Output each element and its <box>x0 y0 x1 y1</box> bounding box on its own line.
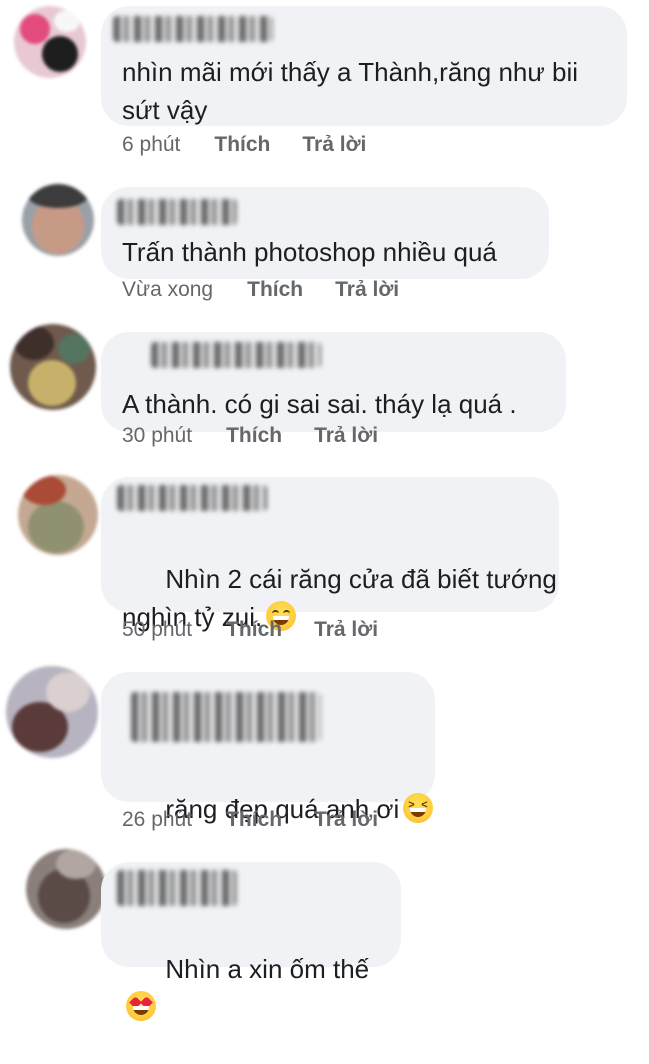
comment-actions: 26 phút Thích Trả lời <box>122 808 378 832</box>
like-button[interactable]: Thích <box>226 424 282 448</box>
comment-actions: Vừa xong Thích Trả lời <box>122 278 399 302</box>
comment-actions: 6 phút Thích Trả lời <box>122 133 366 157</box>
like-button[interactable]: Thích <box>247 278 303 302</box>
commenter-name[interactable] <box>151 342 321 368</box>
reply-button[interactable]: Trả lời <box>314 424 378 448</box>
avatar[interactable] <box>18 475 98 555</box>
comment-bubble: A thành. có gi sai sai. tháy lạ quá . <box>101 332 566 432</box>
like-button[interactable]: Thích <box>214 133 270 157</box>
heart-eyes-face-icon <box>126 991 156 1021</box>
comment-time[interactable]: 50 phút <box>122 618 192 642</box>
comment-item: răng đẹp quá anh ơi > < 26 phút Thích Trả … <box>0 660 649 840</box>
avatar[interactable] <box>22 184 94 256</box>
avatar[interactable] <box>10 324 96 410</box>
comment-bubble: Nhìn 2 cái răng cửa đã biết tướng nghìn … <box>101 477 559 632</box>
comment-bubble: Nhìn a xin ốm thế <box>101 862 401 1021</box>
commenter-name[interactable] <box>117 485 267 511</box>
comment-time[interactable]: 26 phút <box>122 808 192 832</box>
comment-actions: 50 phút Thích Trả lời <box>122 618 378 642</box>
comment-bubble: răng đẹp quá anh ơi > < <box>101 672 435 824</box>
comment-text: Nhìn a xin ốm thế <box>122 912 401 1064</box>
comment-item: Trấn thành photoshop nhiều quá Vừa xong … <box>0 180 649 310</box>
avatar[interactable] <box>6 666 98 758</box>
avatar[interactable] <box>14 6 86 78</box>
commenter-name[interactable] <box>113 16 273 42</box>
reply-button[interactable]: Trả lời <box>314 618 378 642</box>
comment-text: Nhìn 2 cái răng cửa đã biết tướng nghìn … <box>122 522 557 674</box>
comment-item: Nhìn 2 cái răng cửa đã biết tướng nghìn … <box>0 465 649 645</box>
comment-item: A thành. có gi sai sai. tháy lạ quá . 30… <box>0 320 649 450</box>
comment-text: nhìn mãi mới thấy a Thành,răng như bii s… <box>122 57 579 125</box>
like-button[interactable]: Thích <box>226 808 282 832</box>
commenter-name[interactable] <box>117 199 237 225</box>
comment-text: Trấn thành photoshop nhiều quá <box>122 237 497 267</box>
reply-button[interactable]: Trả lời <box>335 278 399 302</box>
avatar[interactable] <box>26 849 106 929</box>
comment-time[interactable]: 30 phút <box>122 424 192 448</box>
comment-actions: 30 phút Thích Trả lời <box>122 424 378 448</box>
comment-item: nhìn mãi mới thấy a Thành,răng như bii s… <box>0 0 649 170</box>
commenter-name[interactable] <box>117 870 237 906</box>
squinting-face-icon: > < <box>403 793 434 823</box>
reply-button[interactable]: Trả lời <box>314 808 378 832</box>
reply-button[interactable]: Trả lời <box>302 133 366 157</box>
comment-time[interactable]: 6 phút <box>122 133 180 157</box>
commenter-name[interactable] <box>131 692 321 742</box>
comment-bubble: nhìn mãi mới thấy a Thành,răng như bii s… <box>101 6 627 126</box>
comment-item: Nhìn a xin ốm thế <box>0 845 649 1021</box>
comment-text-content: Nhìn a xin ốm thế <box>165 954 370 984</box>
comment-text: A thành. có gi sai sai. tháy lạ quá . <box>122 389 517 419</box>
comment-bubble: Trấn thành photoshop nhiều quá <box>101 187 549 279</box>
like-button[interactable]: Thích <box>226 618 282 642</box>
comment-time[interactable]: Vừa xong <box>122 278 213 302</box>
